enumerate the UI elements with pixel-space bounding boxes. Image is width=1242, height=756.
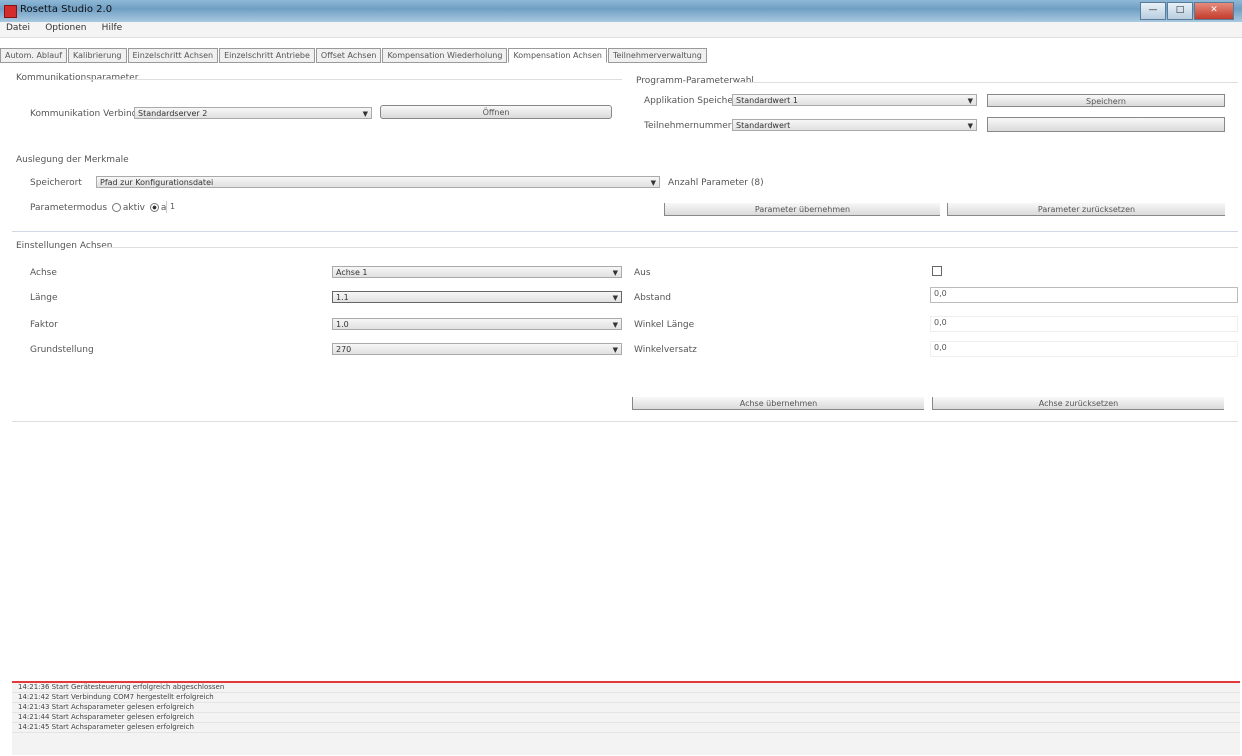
- main-panel: Kommunikationsparameter Kommunikation Ve…: [12, 63, 1240, 743]
- app-icon: [4, 5, 17, 18]
- program-row2-select[interactable]: Standardwert ▼: [732, 119, 977, 131]
- log-line: 14:21:43 Start Achsparameter gelesen erf…: [12, 703, 1240, 713]
- menu-item-help[interactable]: Hilfe: [96, 22, 128, 33]
- log-line: 14:21:42 Start Verbindung COM7 hergestel…: [12, 693, 1240, 703]
- factor-value: 1.0: [336, 320, 349, 329]
- chevron-down-icon: ▼: [650, 179, 656, 187]
- program-row1-select[interactable]: Standardwert 1 ▼: [732, 94, 977, 106]
- home-select[interactable]: 270 ▼: [332, 343, 622, 355]
- chevron-down-icon: ▼: [612, 294, 618, 302]
- mode-label-text: Parametermodus: [30, 203, 108, 213]
- divider: [12, 231, 1238, 232]
- file-value: Pfad zur Konfigurationsdatei: [100, 178, 214, 187]
- axis-label: Achse: [30, 268, 57, 278]
- angle-length-label: Winkel Länge: [634, 320, 695, 330]
- radio-active-label: aktiv: [122, 203, 146, 213]
- distance-input[interactable]: 0,0: [930, 287, 1238, 303]
- close-button[interactable]: ✕: [1194, 2, 1234, 20]
- log-panel[interactable]: 14:21:36 Start Gerätesteuerung erfolgrei…: [12, 681, 1240, 755]
- extra-label: Anzahl Parameter (8): [668, 178, 764, 188]
- home-value: 270: [336, 345, 352, 354]
- divider: [82, 79, 622, 80]
- radio-active[interactable]: [111, 203, 121, 212]
- chevron-down-icon: ▼: [967, 97, 973, 105]
- tab-offset[interactable]: Offset Achsen: [315, 48, 382, 63]
- settings-group-title: Einstellungen Achsen: [16, 241, 113, 251]
- mode-label: Parametermodus aktiv aus: [30, 203, 177, 213]
- chevron-down-icon: ▼: [612, 321, 618, 329]
- factor-select[interactable]: 1.0 ▼: [332, 318, 622, 330]
- menu-item-options[interactable]: Optionen: [39, 22, 92, 33]
- file-label: Speicherort: [30, 178, 82, 188]
- tab-auto[interactable]: Autom. Ablauf: [0, 48, 68, 63]
- tab-single-axes[interactable]: Einzelschritt Achsen: [127, 48, 219, 63]
- factor-label: Faktor: [30, 320, 58, 330]
- tab-calibration[interactable]: Kalibrierung: [68, 48, 127, 63]
- length-select[interactable]: 1.1 ▼: [332, 291, 622, 303]
- apply-axis-button[interactable]: Achse übernehmen: [632, 397, 924, 410]
- divider: [102, 247, 1238, 248]
- axis-select[interactable]: Achse 1 ▼: [332, 266, 622, 278]
- port-select[interactable]: Standardserver 2 ▼: [134, 107, 372, 119]
- off-label: Aus: [634, 268, 651, 278]
- chevron-down-icon: ▼: [967, 122, 973, 130]
- maximize-button[interactable]: □: [1167, 2, 1193, 20]
- log-line: 14:21:45 Start Achsparameter gelesen erf…: [12, 723, 1240, 733]
- length-value: 1.1: [336, 293, 349, 302]
- program-row2-value: Standardwert: [736, 121, 791, 130]
- window-controls: — □ ✕: [1139, 2, 1234, 20]
- off-checkbox[interactable]: [932, 266, 942, 276]
- open-button[interactable]: Öffnen: [380, 105, 612, 119]
- window-titlebar: Rosetta Studio 2.0 — □ ✕: [0, 0, 1242, 22]
- minimize-button[interactable]: —: [1140, 2, 1166, 20]
- program-row1-value: Standardwert 1: [736, 96, 798, 105]
- menu-item-file[interactable]: Datei: [0, 22, 36, 33]
- mode-value-input[interactable]: 1: [166, 201, 658, 213]
- home-label: Grundstellung: [30, 345, 94, 355]
- program-row2-label: Teilnehmernummer: [644, 121, 732, 131]
- chevron-down-icon: ▼: [612, 346, 618, 354]
- distance-label: Abstand: [634, 293, 672, 303]
- feature-group-title: Auslegung der Merkmale: [16, 155, 129, 165]
- log-line: 14:21:44 Start Achsparameter gelesen erf…: [12, 713, 1240, 723]
- reset-parameter-button[interactable]: Parameter zurücksetzen: [947, 203, 1225, 216]
- tab-comp-axes[interactable]: Kompensation Achsen: [508, 48, 607, 63]
- save-button[interactable]: Speichern: [987, 94, 1225, 107]
- length-label: Länge: [30, 293, 58, 303]
- connection-group-title: Kommunikationsparameter: [16, 73, 139, 83]
- log-line: 14:21:36 Start Gerätesteuerung erfolgrei…: [12, 683, 1240, 693]
- angle-length-input[interactable]: 0,0: [930, 316, 1238, 332]
- angle-offset-label: Winkelversatz: [634, 345, 697, 355]
- angle-offset-input[interactable]: 0,0: [930, 341, 1238, 357]
- divider: [12, 421, 1238, 422]
- divider: [734, 82, 1238, 83]
- file-select[interactable]: Pfad zur Konfigurationsdatei ▼: [96, 176, 660, 188]
- apply-parameter-button[interactable]: Parameter übernehmen: [664, 203, 940, 216]
- tab-comp-repeat[interactable]: Kompensation Wiederholung: [382, 48, 508, 63]
- chevron-down-icon: ▼: [612, 269, 618, 277]
- tab-participants[interactable]: Teilnehmerverwaltung: [607, 48, 707, 63]
- radio-off[interactable]: [149, 203, 159, 212]
- port-value: Standardserver 2: [138, 109, 208, 118]
- program-group-title: Programm-Parameterwahl: [636, 76, 754, 86]
- tab-single-drives[interactable]: Einzelschritt Antriebe: [219, 48, 315, 63]
- axis-value: Achse 1: [336, 268, 368, 277]
- menu-bar: Datei Optionen Hilfe: [0, 22, 1242, 38]
- window-title: Rosetta Studio 2.0: [20, 4, 113, 15]
- reset-axis-button[interactable]: Achse zurücksetzen: [932, 397, 1224, 410]
- secondary-button[interactable]: [987, 117, 1225, 132]
- tab-strip: Autom. Ablauf Kalibrierung Einzelschritt…: [0, 48, 708, 63]
- chevron-down-icon: ▼: [362, 110, 368, 118]
